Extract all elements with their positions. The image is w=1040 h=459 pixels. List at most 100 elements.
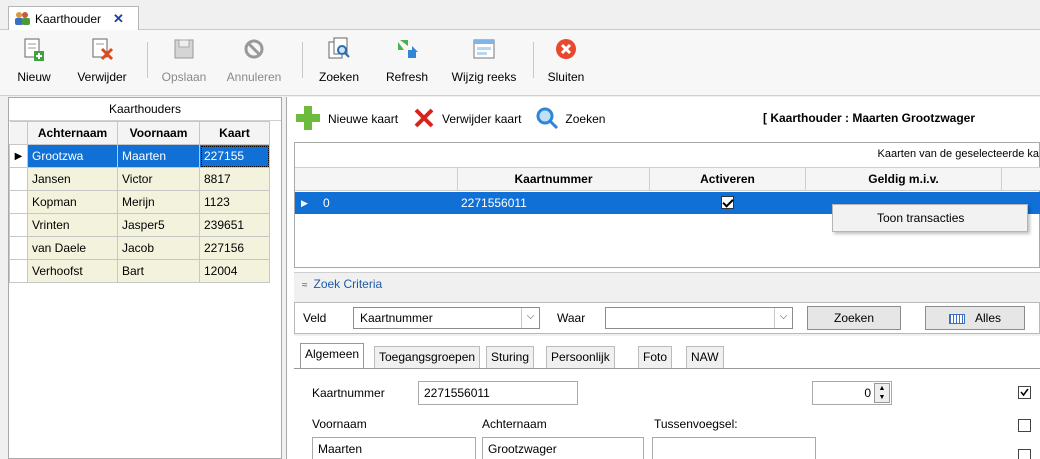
table-row[interactable]: van Daele Jacob 227156 — [9, 236, 270, 260]
achternaam-label: Achternaam — [482, 417, 547, 431]
checkbox[interactable] — [1018, 419, 1031, 432]
cards-caption: Kaarten van de geselecteerde ka — [877, 148, 1039, 160]
cell-kaartnummer[interactable]: 2271556011 — [461, 192, 527, 214]
delete-document-icon — [89, 36, 115, 62]
row-selector — [9, 236, 28, 260]
voornaam-field[interactable]: Maarten — [312, 437, 476, 459]
tab-persoonlijk[interactable]: Persoonlijk — [546, 346, 615, 368]
selected-holder-caption: [ Kaarthouder : Maarten Grootzwager — [763, 111, 976, 125]
number-spinner[interactable]: 0 ▲ ▼ — [812, 381, 892, 405]
tab-kaarthouder[interactable]: Kaarthouder ✕ — [8, 6, 139, 31]
show-all-button[interactable]: Alles — [925, 306, 1025, 330]
delete-button[interactable]: Verwijder — [74, 30, 130, 96]
cell-voornaam[interactable]: Jacob — [117, 236, 200, 260]
row-selector-icon: ▶ — [9, 144, 28, 168]
cell-index[interactable]: 0 — [323, 192, 330, 214]
table-row[interactable]: Kopman Merijn 1123 — [9, 190, 270, 214]
cell-kaart[interactable]: 1123 — [199, 190, 270, 214]
close-button[interactable]: Sluiten — [544, 30, 588, 96]
tab-title: Kaarthouder — [35, 12, 102, 26]
checkbox[interactable] — [1018, 449, 1031, 459]
tab-sturing[interactable]: Sturing — [486, 346, 535, 368]
cell-kaart[interactable]: 227156 — [199, 236, 270, 260]
document-tab-strip: Kaarthouder ✕ — [0, 0, 1040, 31]
table-row[interactable]: Vrinten Jasper5 239651 — [9, 213, 270, 237]
tussenvoegsel-field[interactable] — [652, 437, 816, 459]
cell-achternaam[interactable]: Grootzwa — [27, 144, 118, 168]
new-button[interactable]: Nieuw — [14, 30, 54, 96]
waar-select[interactable]: ⌵ — [605, 307, 793, 329]
cell-kaart[interactable]: 12004 — [199, 259, 270, 283]
zoek-criteria-header[interactable]: ≈ Zoek Criteria — [302, 277, 382, 291]
edit-series-icon — [471, 36, 497, 62]
cell-kaart[interactable]: 227155 — [199, 144, 270, 168]
red-x-icon — [412, 106, 436, 133]
achternaam-field[interactable]: Grootzwager — [482, 437, 644, 459]
toolbar-separator — [147, 42, 148, 78]
row-header-corner — [9, 121, 28, 145]
close-red-icon — [553, 36, 579, 62]
row-selector — [9, 190, 28, 214]
cell-voornaam[interactable]: Maarten — [117, 144, 200, 168]
kaarthouders-panel: Kaarthouders Achternaam Voornaam Kaart ▶… — [8, 97, 282, 459]
search-card-button[interactable]: Zoeken — [535, 106, 605, 133]
cards-header-row: Kaartnummer Activeren Geldig m.i.v. — [295, 167, 1040, 191]
cell-achternaam[interactable]: van Daele — [27, 236, 118, 260]
cell-achternaam[interactable]: Verhoofst — [27, 259, 118, 283]
column-kaart[interactable]: Kaart — [199, 121, 270, 145]
delete-card-button[interactable]: Verwijder kaart — [412, 106, 521, 133]
cell-voornaam[interactable]: Bart — [117, 259, 200, 283]
chevron-down-icon[interactable]: ⌵ — [521, 308, 539, 328]
plus-icon — [294, 104, 322, 135]
cell-voornaam[interactable]: Merijn — [117, 190, 200, 214]
refresh-button[interactable]: Refresh — [382, 30, 432, 96]
cell-voornaam[interactable]: Victor — [117, 167, 200, 191]
veld-select[interactable]: Kaartnummer ⌵ — [353, 307, 540, 329]
cell-kaart[interactable]: 239651 — [199, 213, 270, 237]
veld-label: Veld — [303, 311, 327, 325]
cell-kaart[interactable]: 8817 — [199, 167, 270, 191]
detail-tabs: Algemeen Toegangsgroepen Sturing Persoon… — [294, 340, 1040, 369]
column-kaartnummer[interactable]: Kaartnummer — [457, 168, 649, 191]
cancel-button[interactable]: Annuleren — [226, 30, 282, 96]
chevron-down-icon[interactable]: ⌵ — [774, 308, 792, 328]
column-extra — [1001, 168, 1040, 191]
column-voornaam[interactable]: Voornaam — [117, 121, 200, 145]
spinner-arrows-icon[interactable]: ▲ ▼ — [874, 383, 890, 403]
edit-series-button[interactable]: Wijzig reeks — [446, 30, 522, 96]
kaartnummer-label: Kaartnummer — [312, 386, 385, 400]
activeren-checkbox[interactable] — [721, 196, 734, 209]
cell-achternaam[interactable]: Kopman — [27, 190, 118, 214]
column-activeren[interactable]: Activeren — [649, 168, 805, 191]
cell-achternaam[interactable]: Jansen — [27, 167, 118, 191]
table-row[interactable]: ▶ Grootzwa Maarten 227155 — [9, 144, 270, 168]
delete-card-label: Verwijder kaart — [442, 112, 522, 126]
column-geldig-miv[interactable]: Geldig m.i.v. — [805, 168, 1001, 191]
checkbox-checked[interactable] — [1018, 386, 1031, 399]
cell-achternaam[interactable]: Vrinten — [27, 213, 118, 237]
menu-item-toon-transacties[interactable]: Toon transacties — [877, 211, 964, 225]
column-achternaam[interactable]: Achternaam — [27, 121, 118, 145]
waar-label: Waar — [557, 311, 586, 325]
tab-naw[interactable]: NAW — [686, 346, 724, 368]
kaartnummer-field[interactable]: 2271556011 — [418, 381, 578, 405]
tab-algemeen[interactable]: Algemeen — [300, 343, 365, 369]
search-button[interactable]: Zoeken — [316, 30, 362, 96]
close-label: Sluiten — [547, 70, 585, 84]
cell-voornaam[interactable]: Jasper5 — [117, 213, 200, 237]
row-selector — [9, 213, 28, 237]
table-row[interactable]: Verhoofst Bart 12004 — [9, 259, 270, 283]
row-selector — [9, 259, 28, 283]
tab-close-icon[interactable]: ✕ — [113, 11, 124, 27]
search-label: Zoeken — [318, 70, 360, 84]
tussenvoegsel-label: Tussenvoegsel: — [654, 417, 738, 431]
spinner-value: 0 — [864, 386, 871, 400]
table-row[interactable]: Jansen Victor 8817 — [9, 167, 270, 191]
save-button[interactable]: Opslaan — [158, 30, 210, 96]
row-selector-icon: ▶ — [301, 198, 308, 208]
zoek-search-button[interactable]: Zoeken — [807, 306, 901, 330]
tab-toegangsgroepen[interactable]: Toegangsgroepen — [374, 346, 481, 368]
tab-foto[interactable]: Foto — [638, 346, 673, 368]
new-card-button[interactable]: Nieuwe kaart — [294, 104, 398, 135]
zoek-criteria-title: Zoek Criteria — [313, 277, 383, 291]
